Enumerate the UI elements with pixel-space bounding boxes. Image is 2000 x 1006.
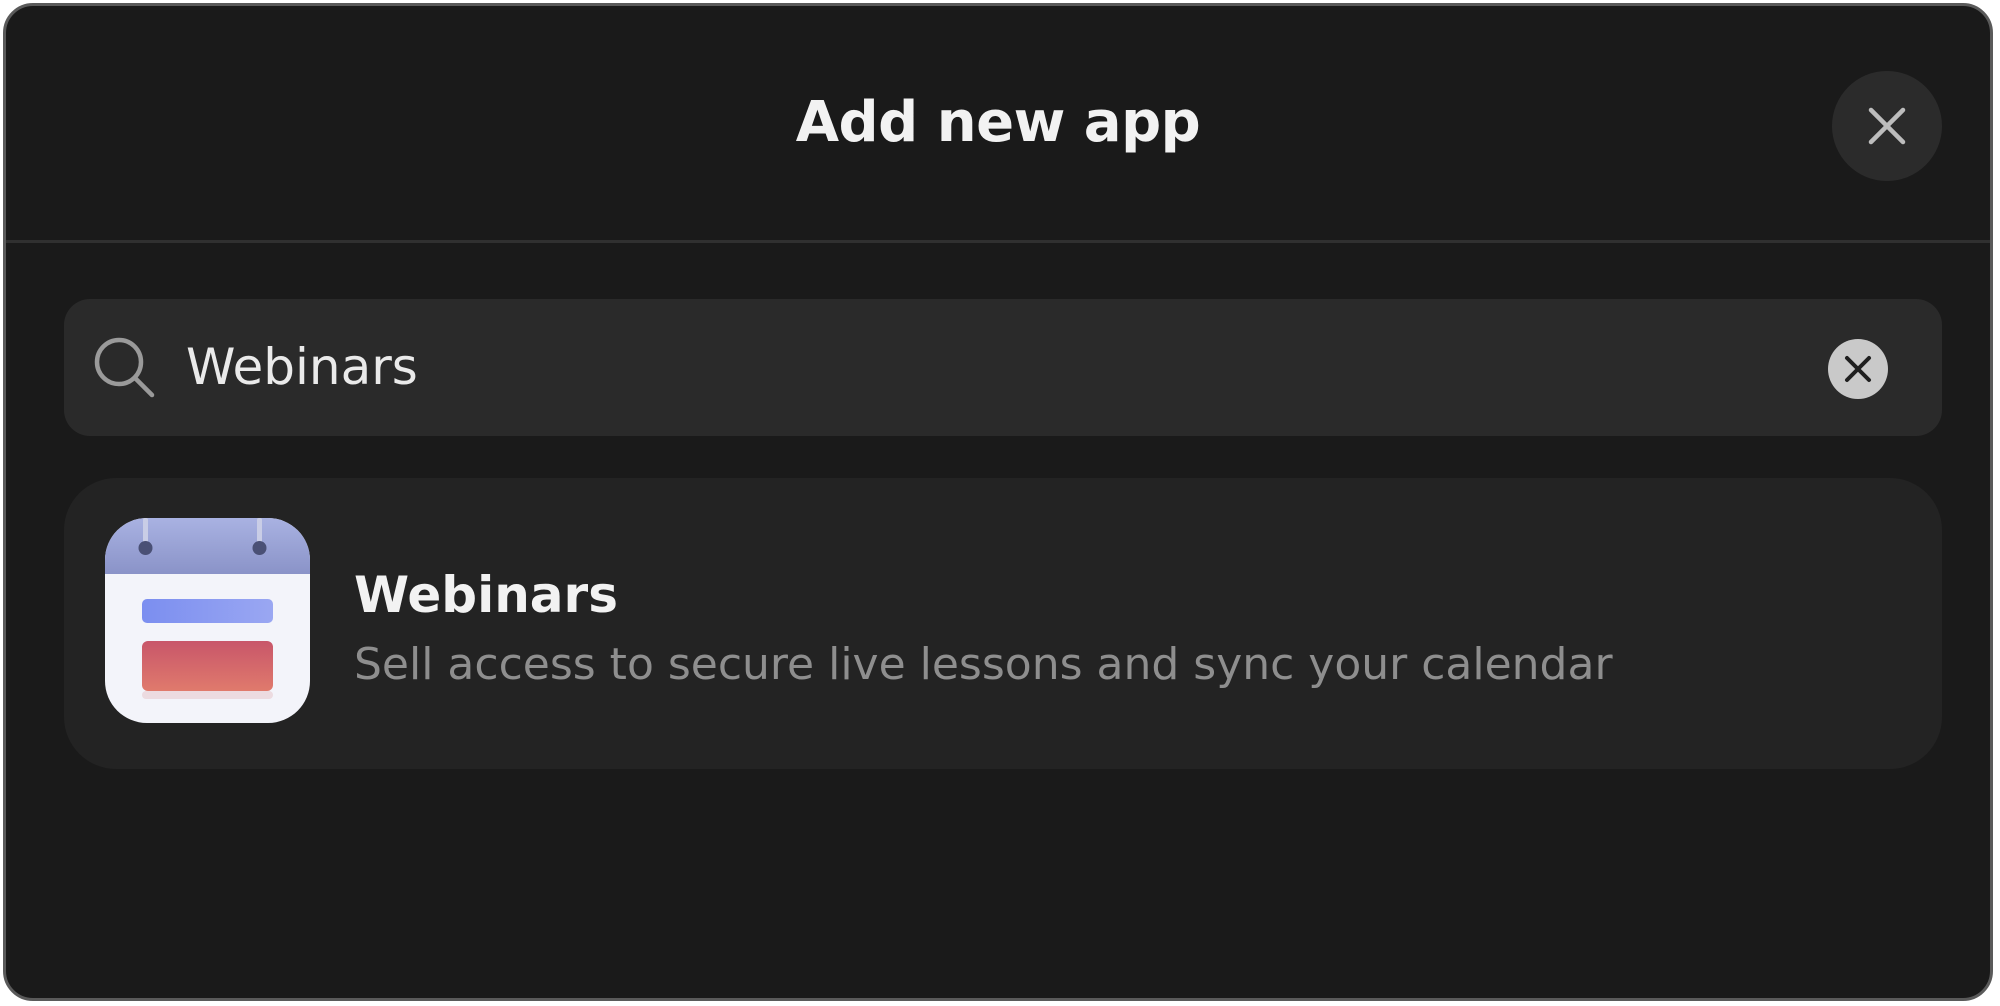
calendar-app-icon [105, 518, 310, 723]
result-title: Webinars [354, 566, 618, 624]
clear-search-button[interactable] [1828, 339, 1888, 399]
result-item-webinars[interactable]: Webinars Sell access to secure live less… [64, 478, 1942, 769]
result-description: Sell access to secure live lessons and s… [354, 639, 1613, 690]
search-input[interactable] [186, 325, 1746, 409]
add-app-dialog: Add new app Webinars Webinars Sell acces… [3, 3, 1993, 1001]
dialog-header: Add new app [6, 6, 1990, 243]
search-icon [94, 337, 155, 398]
dialog-title: Add new app [795, 90, 1201, 155]
search-bar [64, 299, 1942, 436]
close-icon [1868, 107, 1906, 145]
close-button[interactable] [1832, 71, 1942, 181]
clear-circle-icon [1845, 356, 1871, 382]
